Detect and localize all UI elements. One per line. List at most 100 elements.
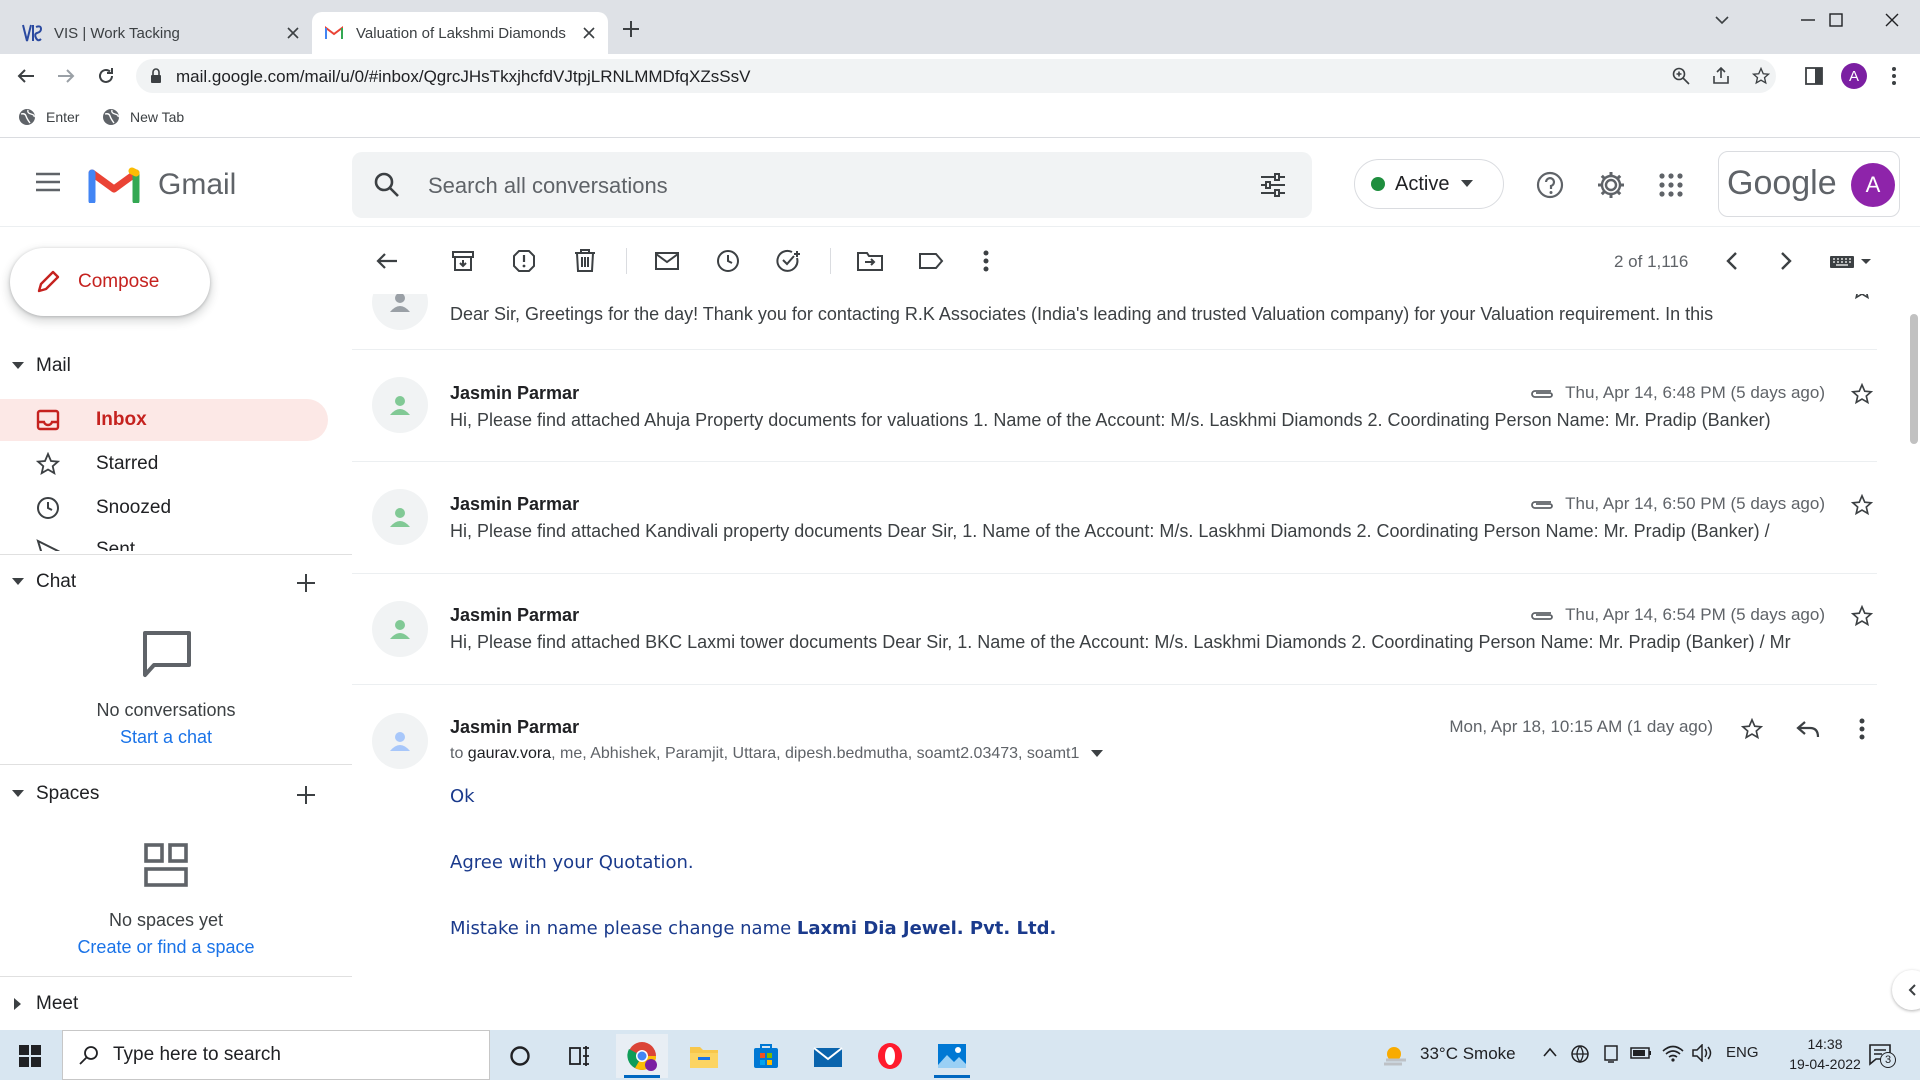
file-explorer-icon[interactable] (678, 1034, 730, 1078)
new-tab-icon[interactable] (622, 20, 640, 38)
star-icon[interactable] (1737, 714, 1767, 744)
close-window-icon[interactable] (1864, 0, 1920, 40)
device-icon[interactable] (1602, 1044, 1620, 1064)
message-snippet: Hi, Please find attached BKC Laxmi tower… (450, 632, 1791, 652)
sidebar-item-snoozed[interactable]: Snoozed (0, 487, 328, 529)
mail-section-header[interactable]: Mail (0, 346, 352, 386)
battery-icon[interactable] (1630, 1046, 1652, 1060)
forward-arrow-icon[interactable] (50, 60, 82, 92)
label-tag-icon[interactable] (914, 244, 948, 278)
collapsed-message[interactable]: Jasmin Parmar Thu, Apr 14, 6:48 PM (5 da… (352, 351, 1877, 462)
close-tab-icon[interactable] (282, 22, 304, 44)
address-bar[interactable]: mail.google.com/mail/u/0/#inbox/QgrcJHsT… (136, 59, 1776, 93)
collapsed-message[interactable]: Dear Sir, Greetings for the day! Thank y… (352, 294, 1877, 350)
add-task-icon[interactable] (772, 244, 806, 278)
notification-center-icon[interactable]: 3 (1868, 1042, 1896, 1068)
photos-app-icon[interactable] (926, 1034, 978, 1078)
reload-icon[interactable] (90, 60, 122, 92)
bookmark-enter[interactable]: Enter (18, 108, 79, 126)
sender-name[interactable]: Jasmin Parmar (450, 717, 579, 738)
tray-overflow-chevron-icon[interactable] (1542, 1046, 1558, 1058)
scrollbar-thumb[interactable] (1910, 314, 1918, 444)
message-more-icon[interactable] (1847, 714, 1877, 744)
support-icon[interactable] (1536, 171, 1564, 199)
date-text: Thu, Apr 14, 6:54 PM (5 days ago) (1565, 605, 1825, 624)
star-icon[interactable] (1847, 490, 1877, 520)
create-space-link[interactable]: Create or find a space (0, 937, 332, 958)
move-to-folder-icon[interactable] (853, 244, 887, 278)
wifi-icon[interactable] (1662, 1044, 1684, 1062)
new-space-plus-icon[interactable] (296, 785, 316, 805)
reply-arrow-icon[interactable] (1793, 714, 1823, 744)
star-icon[interactable] (1847, 294, 1877, 304)
main-menu-icon[interactable] (34, 172, 62, 192)
bookmark-star-icon[interactable] (1752, 67, 1770, 85)
delete-trash-icon[interactable] (568, 244, 602, 278)
star-icon[interactable] (1847, 601, 1877, 631)
message-date: Mon, Apr 18, 10:15 AM (1 day ago) (1449, 717, 1713, 737)
cortana-icon[interactable] (494, 1034, 546, 1078)
archive-icon[interactable] (446, 244, 480, 278)
message-snippet: Hi, Please find attached Ahuja Property … (450, 410, 1771, 430)
weather-icon[interactable] (1382, 1042, 1410, 1066)
opera-browser-icon[interactable] (864, 1034, 916, 1078)
apps-grid-icon[interactable] (1659, 173, 1683, 197)
browser-menu-icon[interactable] (1878, 60, 1910, 92)
lock-icon[interactable] (150, 68, 162, 84)
chrome-taskbar-icon[interactable] (616, 1034, 668, 1078)
search-bar[interactable]: Search all conversations (352, 152, 1312, 218)
share-icon[interactable] (1712, 67, 1730, 85)
star-icon[interactable] (1847, 379, 1877, 409)
weather-text[interactable]: 33°C Smoke (1420, 1044, 1516, 1064)
collapsed-message[interactable]: Jasmin Parmar Thu, Apr 14, 6:54 PM (5 da… (352, 574, 1877, 685)
search-options-icon[interactable] (1260, 173, 1286, 197)
bookmark-new-tab[interactable]: New Tab (102, 108, 184, 126)
settings-gear-icon[interactable] (1596, 170, 1626, 200)
task-view-icon[interactable] (554, 1034, 606, 1078)
close-tab-icon[interactable] (578, 22, 600, 44)
system-clock[interactable]: 14:38 19-04-2022 (1780, 1034, 1870, 1074)
maximize-icon[interactable] (1808, 0, 1864, 40)
input-language[interactable]: ENG (1726, 1044, 1759, 1061)
status-selector[interactable]: Active (1354, 159, 1504, 209)
input-tools-keyboard-icon[interactable] (1826, 244, 1876, 278)
report-spam-icon[interactable] (507, 244, 541, 278)
zoom-icon[interactable] (1672, 67, 1690, 85)
back-arrow-icon[interactable] (10, 60, 42, 92)
show-details-chevron-icon[interactable] (1091, 750, 1104, 758)
browser-tab-vis[interactable]: VIS | Work Tacking (0, 12, 310, 54)
snooze-clock-icon[interactable] (711, 244, 745, 278)
compose-button[interactable]: Compose (10, 248, 210, 316)
mark-unread-icon[interactable] (650, 244, 684, 278)
microsoft-store-icon[interactable] (740, 1034, 792, 1078)
gmail-logo-icon[interactable] (88, 165, 140, 203)
back-to-inbox-icon[interactable] (370, 244, 404, 278)
volume-icon[interactable] (1692, 1044, 1714, 1062)
sidebar-item-inbox[interactable]: Inbox (0, 399, 328, 441)
taskbar-search-input[interactable]: Type here to search (113, 1044, 281, 1066)
new-chat-plus-icon[interactable] (296, 573, 316, 593)
network-globe-icon[interactable] (1570, 1044, 1590, 1064)
previous-chevron-icon[interactable] (1715, 244, 1749, 278)
google-account-button[interactable]: Google A (1718, 151, 1900, 217)
side-panel-icon[interactable] (1798, 60, 1830, 92)
collapsed-message[interactable]: Jasmin Parmar Thu, Apr 14, 6:50 PM (5 da… (352, 462, 1877, 574)
search-input[interactable]: Search all conversations (428, 173, 668, 199)
sidebar-item-starred[interactable]: Starred (0, 443, 328, 485)
meet-section-header[interactable]: Meet (0, 984, 352, 1024)
tab-search-chevron-icon[interactable] (1694, 0, 1750, 40)
mail-app-icon[interactable] (802, 1034, 854, 1078)
start-chat-link[interactable]: Start a chat (0, 727, 332, 748)
next-chevron-icon[interactable] (1769, 244, 1803, 278)
taskbar-search[interactable]: Type here to search (62, 1030, 490, 1080)
vertical-scrollbar[interactable] (1908, 294, 1920, 1030)
sender-name: Jasmin Parmar (450, 605, 580, 625)
recipient-name: gaurav.vora (467, 745, 552, 762)
attachment-clip-icon (1529, 609, 1555, 621)
browser-tab-gmail[interactable]: Valuation of Lakshmi Diamonds (312, 12, 608, 54)
profile-avatar[interactable]: A (1838, 60, 1870, 92)
search-icon[interactable] (374, 172, 400, 198)
sidebar-item-sent[interactable]: Sent (0, 531, 328, 551)
more-options-icon[interactable] (969, 244, 1003, 278)
windows-start-icon[interactable] (4, 1034, 56, 1078)
